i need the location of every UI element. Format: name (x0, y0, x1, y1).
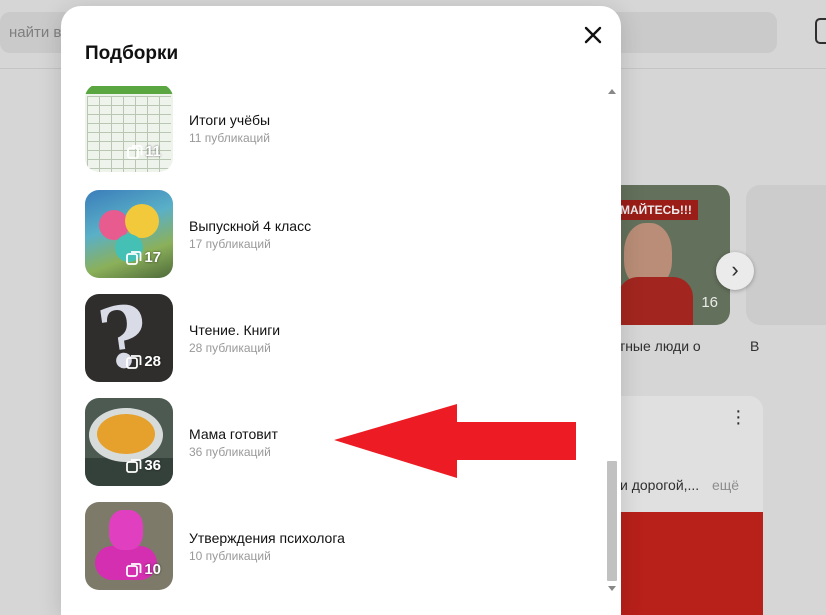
count-badge: 28 (126, 353, 161, 370)
collection-icon (126, 354, 142, 369)
collection-thumbnail: 10 (85, 502, 173, 590)
arrow-shape (334, 404, 576, 478)
collection-thumbnail: 11 (85, 86, 173, 172)
collection-name: Чтение. Книги (189, 322, 281, 338)
collection-name: Утверждения психолога (189, 530, 345, 546)
count-badge: 17 (126, 249, 161, 266)
count-badge: 36 (126, 457, 161, 474)
collection-icon (126, 562, 142, 577)
list-item[interactable]: ? 28 Чтение. Книги 28 публикаций (85, 294, 565, 382)
collection-name: Итоги учёбы (189, 112, 271, 128)
red-arrow-annotation (334, 404, 576, 478)
scroll-down-icon[interactable] (608, 586, 616, 591)
collection-name: Выпускной 4 класс (189, 218, 312, 234)
close-icon[interactable] (580, 22, 606, 48)
collection-icon (126, 458, 142, 473)
collection-name: Мама готовит (189, 426, 278, 442)
scrollbar-thumb[interactable] (607, 461, 617, 581)
collection-icon (127, 144, 143, 159)
collection-count-text: 36 публикаций (189, 445, 271, 459)
collections-modal: Подборки 11 Итоги учёбы 11 публикаций 17… (61, 6, 621, 615)
collection-count-text: 17 публикаций (189, 237, 271, 251)
list-item[interactable]: 17 Выпускной 4 класс 17 публикаций (85, 190, 565, 278)
modal-title: Подборки (85, 43, 179, 64)
count-badge: 10 (126, 561, 161, 578)
collection-count-text: 10 публикаций (189, 549, 271, 563)
scroll-up-icon[interactable] (608, 89, 616, 94)
collections-list[interactable]: 11 Итоги учёбы 11 публикаций 17 Выпускно… (61, 86, 621, 606)
collection-thumbnail: 36 (85, 398, 173, 486)
count-badge: 11 (127, 143, 161, 160)
collection-icon (126, 250, 142, 265)
collection-count-text: 28 публикаций (189, 341, 271, 355)
collection-thumbnail: ? 28 (85, 294, 173, 382)
list-item[interactable]: 10 Утверждения психолога 10 публикаций (85, 502, 565, 590)
collection-count-text: 11 публикаций (189, 131, 270, 145)
collection-thumbnail: 17 (85, 190, 173, 278)
list-item[interactable]: 11 Итоги учёбы 11 публикаций (85, 86, 565, 172)
